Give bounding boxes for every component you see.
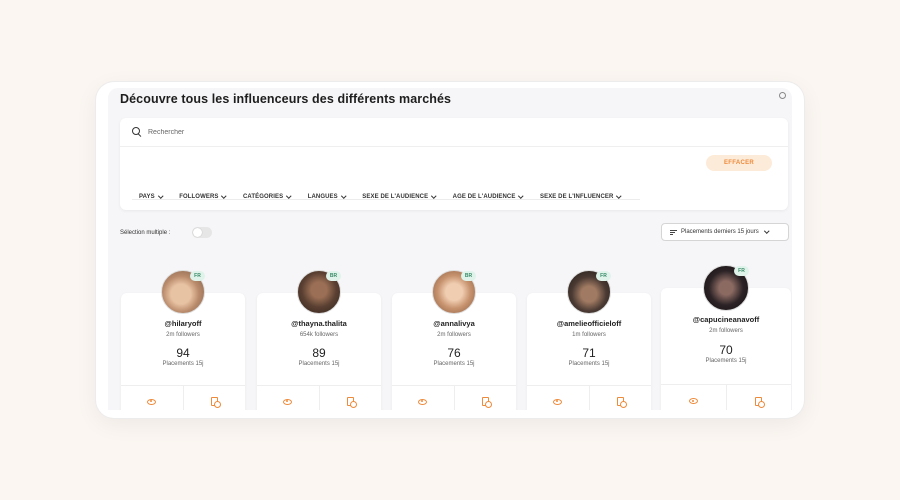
view-button[interactable] [392, 386, 454, 410]
chevron-down-icon [616, 193, 622, 199]
placements-count: 71 [582, 346, 596, 360]
country-badge: FR [734, 266, 749, 276]
document-search-icon [755, 396, 766, 408]
card-actions [121, 385, 245, 410]
clear-filters-button[interactable]: EFFACER [706, 155, 772, 171]
page-title: Découvre tous les influenceurs des diffé… [120, 92, 452, 106]
followers-count: 654k followers [299, 332, 339, 338]
eye-icon [418, 398, 428, 405]
influencer-card[interactable]: BR @annalivya 2m followers 76 Placements… [392, 270, 516, 410]
view-button[interactable] [527, 386, 589, 410]
placements-count: 70 [719, 343, 733, 357]
placements-label: Placements 15j [433, 361, 475, 367]
placements-count: 94 [176, 346, 190, 360]
filters-row: PAYS FOLLOWERS CATÉGORIES LANGUES SEXE D… [120, 184, 788, 210]
report-button[interactable] [453, 386, 517, 410]
country-badge: BR [461, 271, 476, 281]
app-screen: Découvre tous les influenceurs des diffé… [108, 88, 792, 410]
chevron-down-icon [221, 193, 227, 199]
influencer-handle[interactable]: @thayna.thalita [257, 319, 381, 328]
followers-count: 2m followers [437, 332, 471, 338]
search-icon [132, 127, 142, 137]
card-actions [527, 385, 651, 410]
influencer-card[interactable]: FR @amelieofficieloff 1m followers 71 Pl… [527, 270, 651, 410]
info-icon[interactable] [779, 92, 786, 99]
sort-select[interactable]: Placements derniers 15 jours [661, 223, 789, 241]
filter-panel: EFFACER PAYS FOLLOWERS CATÉGORIES LANGUE… [120, 118, 788, 210]
chevron-down-icon [518, 193, 524, 199]
placements-label: Placements 15j [705, 358, 747, 364]
chevron-down-icon [763, 228, 769, 234]
country-badge: FR [596, 271, 611, 281]
card-actions [392, 385, 516, 410]
view-button[interactable] [121, 386, 183, 410]
placements-count: 89 [312, 346, 326, 360]
placements-count: 76 [447, 346, 461, 360]
multi-select-label: Sélection multiple : [120, 230, 171, 236]
document-search-icon [616, 397, 627, 408]
search-input[interactable] [148, 128, 448, 136]
influencer-handle[interactable]: @hilaryoff [121, 319, 245, 328]
report-button[interactable] [182, 386, 246, 410]
influencer-handle[interactable]: @annalivya [392, 319, 516, 328]
report-button[interactable] [588, 386, 652, 410]
chevron-down-icon [431, 193, 437, 199]
document-search-icon [346, 397, 357, 408]
eye-icon [147, 398, 157, 405]
toggle-knob [193, 228, 202, 237]
document-search-icon [210, 397, 221, 408]
placements-label: Placements 15j [162, 361, 204, 367]
report-button[interactable] [318, 386, 382, 410]
eye-icon [688, 398, 698, 404]
followers-count: 2m followers [166, 332, 200, 338]
filters-divider [132, 199, 640, 200]
followers-count: 1m followers [572, 332, 606, 338]
country-badge: FR [190, 271, 205, 281]
influencer-handle[interactable]: @amelieofficieloff [527, 319, 651, 328]
sort-icon [670, 229, 677, 236]
influencer-card[interactable]: BR @thayna.thalita 654k followers 89 Pla… [257, 270, 381, 410]
eye-icon [283, 398, 293, 405]
card-actions [257, 385, 381, 410]
chevron-down-icon [158, 193, 163, 199]
document-search-icon [481, 397, 492, 408]
eye-icon [553, 398, 563, 405]
multi-select-toggle[interactable] [192, 227, 212, 238]
report-button[interactable] [725, 385, 792, 410]
followers-count: 2m followers [709, 328, 743, 334]
influencer-card[interactable]: FR @capucineanavoff 2m followers 70 Plac… [661, 265, 791, 410]
placements-label: Placements 15j [298, 361, 340, 367]
influencer-card[interactable]: FR @hilaryoff 2m followers 94 Placements… [121, 270, 245, 410]
card-actions [661, 384, 791, 410]
country-badge: BR [326, 271, 341, 281]
view-button[interactable] [661, 385, 726, 410]
device-frame: Découvre tous les influenceurs des diffé… [96, 82, 804, 418]
view-button[interactable] [257, 386, 319, 410]
search-bar [120, 118, 788, 147]
placements-label: Placements 15j [568, 361, 610, 367]
influencer-handle[interactable]: @capucineanavoff [661, 315, 791, 324]
chevron-down-icon [341, 193, 346, 199]
chevron-down-icon [286, 193, 292, 199]
sort-label: Placements derniers 15 jours [681, 229, 759, 235]
